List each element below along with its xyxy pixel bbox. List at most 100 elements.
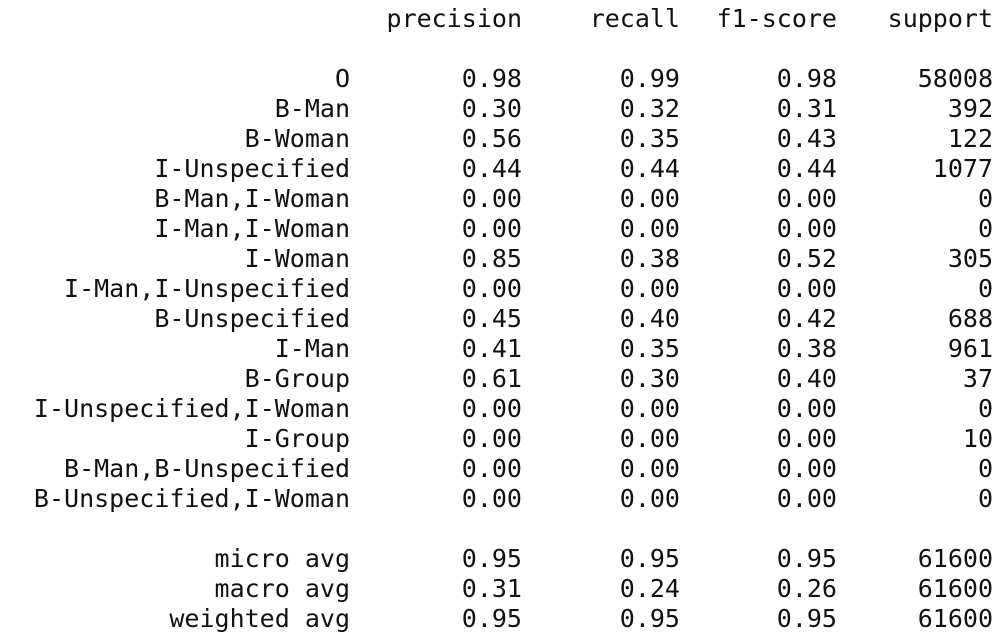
recall-value: 0.24 (619, 574, 680, 603)
f1-score-value: 0.00 (776, 454, 837, 483)
f1-score-value: 0.00 (776, 214, 837, 243)
header-row: precision recall f1-score support (0, 4, 1006, 34)
precision-value: 0.00 (461, 424, 522, 453)
class-row: I-Unspecified 0.44 0.44 0.44 1077 (0, 154, 1006, 184)
row-label: B-Woman (244, 124, 350, 153)
f1-score-value: 0.00 (776, 184, 837, 213)
precision-value: 0.00 (461, 394, 522, 423)
class-row: B-Woman 0.56 0.35 0.43 122 (0, 124, 1006, 154)
support-value: 37 (962, 364, 993, 393)
recall-value: 0.30 (619, 364, 680, 393)
avg-row: macro avg 0.31 0.24 0.26 61600 (0, 574, 1006, 604)
f1-score-value: 0.26 (776, 574, 837, 603)
row-label: O (334, 64, 350, 93)
precision-value: 0.95 (461, 544, 522, 573)
class-row: I-Man 0.41 0.35 0.38 961 (0, 334, 1006, 364)
precision-value: 0.85 (461, 244, 522, 273)
class-row: I-Unspecified,I-Woman 0.00 0.00 0.00 0 (0, 394, 1006, 424)
recall-value: 0.38 (619, 244, 680, 273)
class-row: O 0.98 0.99 0.98 58008 (0, 64, 1006, 94)
f1-score-value: 0.44 (776, 154, 837, 183)
row-label: macro avg (214, 574, 350, 603)
class-row: I-Group 0.00 0.00 0.00 10 (0, 424, 1006, 454)
f1-score-value: 0.42 (776, 304, 837, 333)
row-label: B-Man,I-Woman (154, 184, 350, 213)
f1-score-value: 0.52 (776, 244, 837, 273)
support-value: 61600 (917, 604, 993, 633)
recall-value: 0.00 (619, 184, 680, 213)
recall-value: 0.00 (619, 274, 680, 303)
precision-value: 0.00 (461, 454, 522, 483)
support-value: 61600 (917, 544, 993, 573)
recall-value: 0.40 (619, 304, 680, 333)
class-row: B-Man,I-Woman 0.00 0.00 0.00 0 (0, 184, 1006, 214)
f1-score-value: 0.95 (776, 544, 837, 573)
row-label: B-Man,B-Unspecified (64, 454, 350, 483)
row-label: I-Unspecified,I-Woman (33, 394, 350, 423)
support-value: 0 (977, 184, 993, 213)
header-precision: precision (386, 4, 522, 33)
precision-value: 0.44 (461, 154, 522, 183)
precision-value: 0.61 (461, 364, 522, 393)
class-row: B-Man 0.30 0.32 0.31 392 (0, 94, 1006, 124)
classification-report: precision recall f1-score support O 0.98 0.99 0… (0, 0, 1006, 644)
row-label: I-Group (244, 424, 350, 453)
row-label: I-Man,I-Woman (154, 214, 350, 243)
recall-value: 0.35 (619, 334, 680, 363)
class-row: B-Group 0.61 0.30 0.40 37 (0, 364, 1006, 394)
recall-value: 0.99 (619, 64, 680, 93)
recall-value: 0.95 (619, 544, 680, 573)
support-value: 1077 (932, 154, 993, 183)
recall-value: 0.00 (619, 424, 680, 453)
support-value: 688 (947, 304, 993, 333)
precision-value: 0.00 (461, 484, 522, 513)
row-label: B-Group (244, 364, 350, 393)
support-value: 0 (977, 214, 993, 243)
support-value: 58008 (917, 64, 993, 93)
class-row: B-Unspecified,I-Woman 0.00 0.00 0.00 0 (0, 484, 1006, 514)
row-label: B-Man (274, 94, 350, 123)
precision-value: 0.95 (461, 604, 522, 633)
class-row: B-Man,B-Unspecified 0.00 0.00 0.00 0 (0, 454, 1006, 484)
recall-value: 0.00 (619, 214, 680, 243)
support-value: 10 (962, 424, 993, 453)
precision-value: 0.98 (461, 64, 522, 93)
avg-row: micro avg 0.95 0.95 0.95 61600 (0, 544, 1006, 574)
precision-value: 0.56 (461, 124, 522, 153)
row-label: I-Man,I-Unspecified (64, 274, 350, 303)
support-value: 61600 (917, 574, 993, 603)
support-value: 305 (947, 244, 993, 273)
avg-row: weighted avg 0.95 0.95 0.95 61600 (0, 604, 1006, 634)
f1-score-value: 0.31 (776, 94, 837, 123)
header-f1-score: f1-score (716, 4, 837, 33)
support-value: 0 (977, 274, 993, 303)
f1-score-value: 0.00 (776, 394, 837, 423)
f1-score-value: 0.00 (776, 274, 837, 303)
row-label: I-Woman (244, 244, 350, 273)
precision-value: 0.00 (461, 214, 522, 243)
support-value: 122 (947, 124, 993, 153)
row-label: B-Unspecified (154, 304, 350, 333)
f1-score-value: 0.98 (776, 64, 837, 93)
f1-score-value: 0.00 (776, 484, 837, 513)
f1-score-value: 0.38 (776, 334, 837, 363)
row-label: B-Unspecified,I-Woman (33, 484, 350, 513)
precision-value: 0.30 (461, 94, 522, 123)
row-label: I-Unspecified (154, 154, 350, 183)
recall-value: 0.44 (619, 154, 680, 183)
class-row: I-Woman 0.85 0.38 0.52 305 (0, 244, 1006, 274)
f1-score-value: 0.00 (776, 424, 837, 453)
support-value: 961 (947, 334, 993, 363)
support-value: 0 (977, 454, 993, 483)
recall-value: 0.00 (619, 394, 680, 423)
row-label: I-Man (274, 334, 350, 363)
recall-value: 0.00 (619, 454, 680, 483)
recall-value: 0.32 (619, 94, 680, 123)
precision-value: 0.41 (461, 334, 522, 363)
recall-value: 0.95 (619, 604, 680, 633)
recall-value: 0.35 (619, 124, 680, 153)
header-recall: recall (589, 4, 680, 33)
row-label: weighted avg (169, 604, 350, 633)
precision-value: 0.00 (461, 274, 522, 303)
recall-value: 0.00 (619, 484, 680, 513)
